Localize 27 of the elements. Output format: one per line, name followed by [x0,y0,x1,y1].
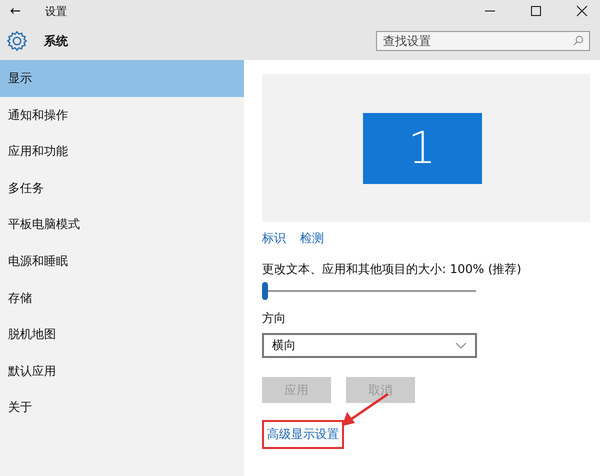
orientation-label: 方向 [262,310,286,327]
close-icon[interactable] [576,5,588,17]
back-button[interactable]: ← [10,4,45,18]
slider-thumb[interactable] [262,282,268,300]
sidebar-item[interactable]: 脱机地图 [0,316,244,353]
sidebar-item[interactable]: 多任务 [0,170,244,206]
maximize-icon[interactable] [530,5,542,17]
sidebar-item[interactable]: 存储 [0,280,244,316]
search-field[interactable]: 查找设置 [376,31,590,51]
sidebar-item[interactable]: 应用和功能 [0,133,244,170]
sidebar-item[interactable]: 显示 [0,60,244,97]
window-title: 设置 [45,4,67,18]
monitor-tile[interactable]: 1 [362,112,482,184]
scale-label: 更改文本、应用和其他项目的大小: 100% (推荐) [262,261,522,278]
sidebar-item[interactable]: 默认应用 [0,352,244,390]
search-icon [573,35,584,46]
link[interactable]: 标识 [262,230,286,247]
advanced-display-link[interactable]: 高级显示设置 [262,420,344,449]
sidebar-item[interactable]: 通知和操作 [0,96,244,134]
sidebar-item[interactable]: 平板电脑模式 [0,206,244,243]
sidebar-item[interactable]: 电源和睡眠 [0,242,244,280]
sidebar-item[interactable]: 关于 [0,389,244,426]
page-title: 系统 [44,32,68,50]
chevron-icon [455,342,467,349]
link[interactable]: 检测 [300,230,324,247]
orientation-dropdown[interactable]: 横向 [262,333,477,358]
gear-icon [6,30,28,52]
